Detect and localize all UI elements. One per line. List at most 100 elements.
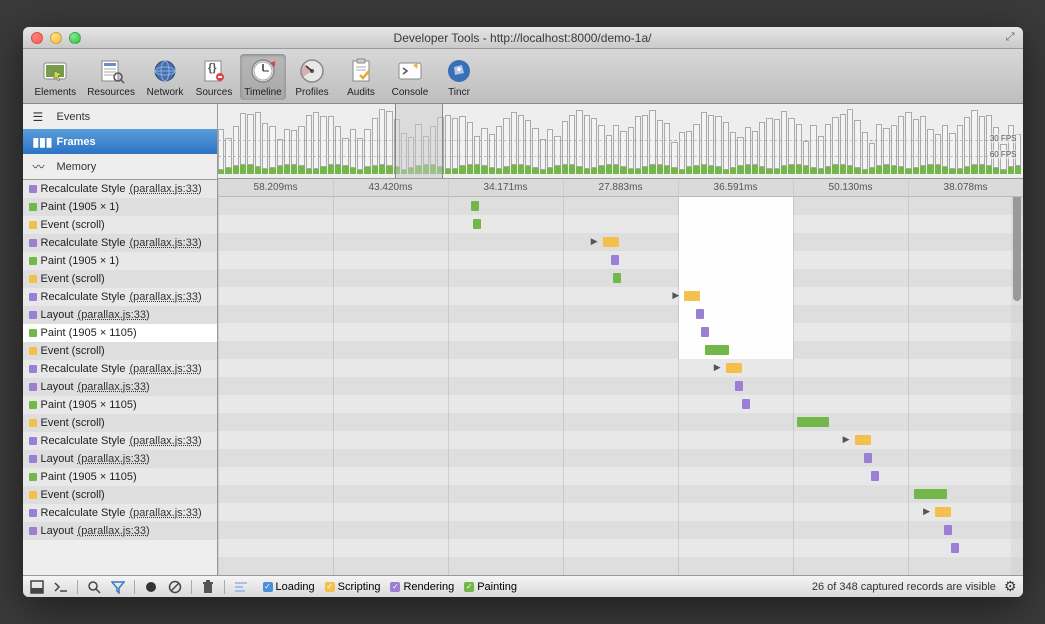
timeline-event-bar[interactable] (473, 219, 481, 229)
expand-arrow-icon[interactable]: ▶ (843, 434, 850, 445)
legend-loading[interactable]: ✓Loading (263, 581, 315, 593)
record-row[interactable]: Paint (1905 × 1105) (23, 396, 217, 414)
record-row[interactable]: Recalculate Style (parallax.js:33) (23, 180, 217, 198)
overview-selection[interactable] (395, 104, 443, 178)
record-source-link[interactable]: (parallax.js:33) (78, 309, 150, 321)
timeline-event-bar[interactable] (742, 399, 750, 409)
tab-network[interactable]: Network (142, 54, 188, 100)
record-source-link[interactable]: (parallax.js:33) (130, 507, 202, 519)
record-source-link[interactable]: (parallax.js:33) (78, 453, 150, 465)
timeline-event-bar[interactable] (726, 363, 742, 373)
mode-memory[interactable]: 〰 Memory (23, 154, 217, 179)
timeline-event-bar[interactable] (935, 507, 951, 517)
tab-label: Console (392, 87, 429, 98)
mode-frames[interactable]: ▮▮▮ Frames (23, 129, 217, 154)
overview-bar (598, 104, 604, 174)
record-row[interactable]: Event (scroll) (23, 486, 217, 504)
search-button[interactable] (86, 579, 102, 595)
expand-arrow-icon[interactable]: ▶ (672, 290, 679, 301)
tab-console[interactable]: Console (387, 54, 433, 100)
expand-arrow-icon[interactable]: ▶ (923, 506, 930, 517)
tab-resources[interactable]: Resources (83, 54, 139, 100)
close-button[interactable] (31, 32, 43, 44)
record-source-link[interactable]: (parallax.js:33) (130, 435, 202, 447)
record-source-link[interactable]: (parallax.js:33) (130, 183, 202, 195)
record-row[interactable]: Paint (1905 × 1) (23, 198, 217, 216)
record-row[interactable]: Paint (1905 × 1105) (23, 468, 217, 486)
settings-gear-icon[interactable]: ⚙ (1004, 578, 1017, 595)
record-source-link[interactable]: (parallax.js:33) (130, 363, 202, 375)
tab-sources[interactable]: {}Sources (191, 54, 237, 100)
tab-tincr[interactable]: Tincr (436, 54, 482, 100)
timeline-event-bar[interactable] (705, 345, 729, 355)
tab-profiles[interactable]: Profiles (289, 54, 335, 100)
tab-elements[interactable]: Elements (31, 54, 81, 100)
record-row[interactable]: Event (scroll) (23, 342, 217, 360)
record-source-link[interactable]: (parallax.js:33) (78, 381, 150, 393)
record-row[interactable]: Recalculate Style (parallax.js:33) (23, 432, 217, 450)
fullscreen-icon[interactable]: ⤢ (1006, 31, 1015, 44)
record-row[interactable]: Event (scroll) (23, 414, 217, 432)
timeline-event-bar[interactable] (613, 273, 621, 283)
maximize-button[interactable] (69, 32, 81, 44)
expand-arrow-icon[interactable]: ▶ (591, 236, 598, 247)
console-toggle-button[interactable] (53, 579, 69, 595)
scrollbar-thumb[interactable] (1013, 181, 1021, 301)
timeline-event-bar[interactable] (603, 237, 619, 247)
clear-button[interactable] (167, 579, 183, 595)
record-source-link[interactable]: (parallax.js:33) (130, 291, 202, 303)
timeline-event-bar[interactable] (696, 309, 704, 319)
overview-bar (715, 104, 721, 174)
record-row[interactable]: Event (scroll) (23, 216, 217, 234)
record-row[interactable]: Layout (parallax.js:33) (23, 306, 217, 324)
tab-timeline[interactable]: Timeline (240, 54, 286, 100)
overview-bar (788, 104, 794, 174)
timeline-event-bar[interactable] (951, 543, 959, 553)
overview-bar (832, 104, 838, 174)
record-row[interactable]: Paint (1905 × 1) (23, 252, 217, 270)
timeline-event-bar[interactable] (944, 525, 952, 535)
timeline-row (218, 269, 1023, 287)
legend-painting[interactable]: ✓Painting (464, 581, 517, 593)
garbage-button[interactable] (200, 579, 216, 595)
timeline-event-bar[interactable] (914, 489, 946, 499)
timeline-event-bar[interactable] (855, 435, 871, 445)
minimize-button[interactable] (50, 32, 62, 44)
records-list[interactable]: Recalculate Style (parallax.js:33)Paint … (23, 180, 217, 575)
record-row[interactable]: Recalculate Style (parallax.js:33) (23, 360, 217, 378)
vertical-scrollbar[interactable] (1011, 179, 1023, 575)
timeline-event-bar[interactable] (735, 381, 743, 391)
timeline-event-bar[interactable] (684, 291, 700, 301)
titlebar[interactable]: Developer Tools - http://localhost:8000/… (23, 27, 1023, 49)
overview-strip[interactable]: 30 FPS 60 FPS (218, 104, 1023, 179)
record-button[interactable] (143, 579, 159, 595)
record-row[interactable]: Layout (parallax.js:33) (23, 450, 217, 468)
timeline-event-bar[interactable] (864, 453, 872, 463)
timeline-event-bar[interactable] (471, 201, 479, 211)
glue-button[interactable] (233, 579, 249, 595)
timeline-event-bar[interactable] (871, 471, 879, 481)
filter-button[interactable] (110, 579, 126, 595)
overview-bar (372, 104, 378, 174)
timeline-event-bar[interactable] (611, 255, 619, 265)
mode-events[interactable]: ☰ Events (23, 104, 217, 129)
tab-audits[interactable]: Audits (338, 54, 384, 100)
overview-bar (350, 104, 356, 174)
timeline-area[interactable]: 58.209ms43.420ms34.171ms27.883ms36.591ms… (218, 179, 1023, 575)
timeline-event-bar[interactable] (797, 417, 829, 427)
overview-bar (489, 104, 495, 174)
record-row[interactable]: Recalculate Style (parallax.js:33) (23, 504, 217, 522)
record-source-link[interactable]: (parallax.js:33) (78, 525, 150, 537)
record-row[interactable]: Paint (1905 × 1105) (23, 324, 217, 342)
record-row[interactable]: Event (scroll) (23, 270, 217, 288)
dock-button[interactable] (29, 579, 45, 595)
timeline-event-bar[interactable] (701, 327, 709, 337)
legend-rendering[interactable]: ✓Rendering (390, 581, 454, 593)
record-source-link[interactable]: (parallax.js:33) (130, 237, 202, 249)
legend-scripting[interactable]: ✓Scripting (325, 581, 381, 593)
record-row[interactable]: Layout (parallax.js:33) (23, 522, 217, 540)
record-row[interactable]: Layout (parallax.js:33) (23, 378, 217, 396)
record-row[interactable]: Recalculate Style (parallax.js:33) (23, 234, 217, 252)
expand-arrow-icon[interactable]: ▶ (714, 362, 721, 373)
record-row[interactable]: Recalculate Style (parallax.js:33) (23, 288, 217, 306)
